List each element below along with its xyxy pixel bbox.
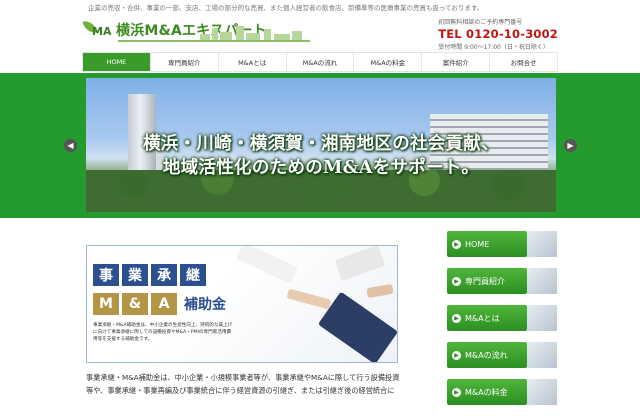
nav-item-home[interactable]: HOME <box>82 53 151 71</box>
hero-headline-1: 横浜・川崎・横須賀・湘南地区の社会貢献、 <box>143 134 499 154</box>
chevron-right-icon: ▶ <box>452 387 461 397</box>
sidebar-item-flow[interactable]: ▶ M&Aの流れ <box>447 342 557 368</box>
chevron-right-icon[interactable]: ▶ <box>564 139 577 152</box>
sidebar-item-label: 専門員紹介 <box>465 276 505 286</box>
phone-number[interactable]: TEL 0120-10-3002 <box>438 27 558 41</box>
handshake-illustration <box>286 288 332 310</box>
logo-underline <box>118 40 310 42</box>
nav-item-contact[interactable]: お問合せ <box>490 53 559 71</box>
sidebar-photo <box>527 231 557 257</box>
sidebar-photo <box>527 342 557 368</box>
hero-headline-2: 地域活性化のためのM&Aをサポート。 <box>162 158 480 178</box>
chevron-right-icon: ▶ <box>452 313 461 323</box>
banner-description: 事業承継・M&A補助金は、中小企業の生産性向上、持続的な賃上げに向けて事業承継に… <box>93 323 233 342</box>
subsidy-banner[interactable]: 事 業 承 継 M & A 補助金 事業承継・M&A補助金は、中小企業の生産性向… <box>86 245 398 363</box>
chevron-left-icon[interactable]: ◀ <box>64 139 77 152</box>
banner-ma-letter: M <box>93 293 119 315</box>
sidebar-item-home[interactable]: ▶ HOME <box>447 231 557 257</box>
nav-item-flow[interactable]: M&Aの流れ <box>286 53 355 71</box>
banner-kanji: 承 <box>151 264 177 286</box>
hero-slide: 横浜・川崎・横須賀・湘南地区の社会貢献、 地域活性化のためのM&Aをサポート。 <box>86 78 556 212</box>
chevron-right-icon: ▶ <box>452 350 461 360</box>
nav-item-cases[interactable]: 案件紹介 <box>422 53 491 71</box>
nav-item-about-ma[interactable]: M&Aとは <box>218 53 287 71</box>
banner-ma-letter: & <box>122 293 148 315</box>
sidebar-item-about-ma[interactable]: ▶ M&Aとは <box>447 305 557 331</box>
sidebar-photo <box>527 305 557 331</box>
sidebar-item-label: HOME <box>465 239 490 249</box>
sidebar-item-label: M&Aの料金 <box>465 387 508 397</box>
sidebar-menu: ▶ HOME ▶ 専門員紹介 ▶ M&Aとは ▶ M&Aの流れ ▶ M&Aの料金 <box>447 231 557 416</box>
handshake-illustration <box>236 246 298 284</box>
banner-kanji: 継 <box>180 264 206 286</box>
sidebar-photo <box>527 379 557 405</box>
contact-block: 初回無料相談のご予約専門番号 TEL 0120-10-3002 受付時間 9:0… <box>438 17 558 51</box>
header-tagline: 企業の売収・合併、事業の一部、支店、工場の部分的な売買、また個人経営者の飲食店、… <box>88 4 484 12</box>
leaf-logo-icon: MA <box>82 18 114 40</box>
global-nav: HOME 専門員紹介 M&Aとは M&Aの流れ M&Aの料金 案件紹介 お問合せ <box>82 52 559 72</box>
sidebar-item-staff[interactable]: ▶ 専門員紹介 <box>447 268 557 294</box>
handshake-illustration <box>366 283 394 299</box>
article-text: 事業承継・M&A補助金は、中小企業・小規模事業者等が、事業承継やM&Aに際して行… <box>86 373 400 395</box>
site-header: 企業の売収・合併、事業の一部、支店、工場の部分的な売買、また個人経営者の飲食店、… <box>0 0 640 52</box>
nav-item-staff[interactable]: 専門員紹介 <box>150 53 219 71</box>
sidebar-photo <box>527 268 557 294</box>
nav-item-fees[interactable]: M&Aの料金 <box>354 53 423 71</box>
contact-note: 初回無料相談のご予約専門番号 <box>438 19 523 26</box>
banner-ma-row: M & A 補助金 <box>93 293 226 315</box>
sidebar-item-label: M&Aとは <box>465 313 500 323</box>
business-hours: 受付時間 9:00～17:00（日・祝日除く） <box>438 44 549 51</box>
chevron-right-icon: ▶ <box>452 276 461 286</box>
banner-subsidy-label: 補助金 <box>184 297 226 313</box>
banner-kanji: 事 <box>93 264 119 286</box>
banner-ma-letter: A <box>151 293 177 315</box>
banner-kanji: 業 <box>122 264 148 286</box>
handshake-illustration <box>334 246 386 282</box>
sidebar-item-fees[interactable]: ▶ M&Aの料金 <box>447 379 557 405</box>
chevron-right-icon: ▶ <box>452 239 461 249</box>
sidebar-item-label: M&Aの流れ <box>465 350 508 360</box>
banner-kanji-row: 事 業 承 継 <box>93 264 206 286</box>
